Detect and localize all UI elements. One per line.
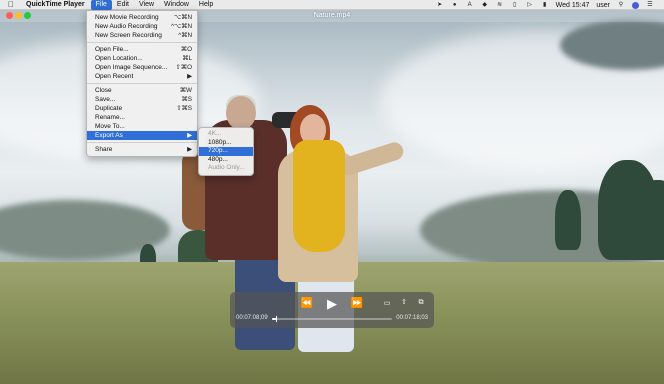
menu-item-duplicate[interactable]: Duplicate ⇧⌘S xyxy=(87,104,197,113)
remaining-time: 00:07:18;03 xyxy=(396,315,428,321)
clock[interactable]: Wed 15:47 xyxy=(556,2,590,9)
menu-file[interactable]: File xyxy=(90,0,112,10)
export-4k: 4K... xyxy=(208,130,222,137)
chevron-right-icon: ▶ xyxy=(187,132,192,139)
menu-item-new-audio-recording[interactable]: New Audio Recording ^⌥⌘N xyxy=(87,22,197,31)
menu-item-new-screen-recording[interactable]: New Screen Recording ^⌘N xyxy=(87,31,197,40)
app-menu[interactable]: QuickTime Player xyxy=(22,1,91,8)
playback-controls: ⏪ ▶ ⏩ ▭ ⇧ ⧉ 00:07:08;09 00:07:18;03 xyxy=(230,292,434,328)
menu-window[interactable]: Window xyxy=(159,0,194,10)
chevron-right-icon: ▶ xyxy=(187,146,192,153)
status-area: ➤ ● A ◆ ≋ ▯ ▷ ▮ Wed 15:47 user ⚲ ☰ xyxy=(436,0,664,10)
menu-item-open-file[interactable]: Open File... ⌘O xyxy=(87,45,197,54)
menu-item-new-movie-recording[interactable]: New Movie Recording ⌥⌘N xyxy=(87,13,197,22)
menu-item-save[interactable]: Save... ⌘S xyxy=(87,95,197,104)
fast-forward-icon[interactable]: ⏩ xyxy=(350,298,364,309)
user-name[interactable]: user xyxy=(596,2,610,9)
siri-icon[interactable] xyxy=(632,1,639,9)
picture-in-picture-icon[interactable]: ⧉ xyxy=(416,299,426,307)
export-1080p[interactable]: 1080p... xyxy=(199,139,253,148)
menu-item-move-to[interactable]: Move To... xyxy=(87,122,197,131)
wifi-icon[interactable]: ≋ xyxy=(496,2,504,9)
rewind-icon[interactable]: ⏪ xyxy=(300,298,314,309)
menu-item-export-as[interactable]: Export As ▶ xyxy=(87,131,197,140)
menu-item-open-recent[interactable]: Open Recent ▶ xyxy=(87,72,197,81)
play-icon[interactable]: ▶ xyxy=(325,296,339,312)
airplay-icon[interactable]: ▭ xyxy=(382,299,392,307)
share-icon[interactable]: ⇧ xyxy=(399,298,409,306)
menu-separator xyxy=(87,42,197,43)
scrubber-bar[interactable] xyxy=(272,316,392,322)
menu-item-share[interactable]: Share ▶ xyxy=(87,145,197,154)
font-icon[interactable]: A xyxy=(466,2,474,9)
skype-icon[interactable]: ● xyxy=(451,2,459,9)
telegram-icon[interactable]: ➤ xyxy=(436,2,444,9)
export-720p[interactable]: 720p... xyxy=(199,147,253,156)
export-audio-only: Audio Only... xyxy=(208,164,245,171)
menu-item-open-image-sequence[interactable]: Open Image Sequence... ⇧⌘O xyxy=(87,63,197,72)
menu-help[interactable]: Help xyxy=(194,0,218,10)
apple-menu-icon[interactable]:  xyxy=(0,0,22,9)
menu-item-rename[interactable]: Rename... xyxy=(87,113,197,122)
dropbox-icon[interactable]: ◆ xyxy=(481,2,489,9)
menu-separator xyxy=(87,83,197,84)
menu-view[interactable]: View xyxy=(134,0,159,10)
airplay-icon[interactable]: ▯ xyxy=(511,2,519,9)
current-time: 00:07:08;09 xyxy=(236,315,268,321)
file-menu-dropdown: New Movie Recording ⌥⌘N New Audio Recordi… xyxy=(86,10,198,157)
search-icon[interactable]: ⚲ xyxy=(617,2,625,9)
menu-item-open-location[interactable]: Open Location... ⌘L xyxy=(87,54,197,63)
chevron-right-icon: ▶ xyxy=(187,73,192,80)
battery-icon[interactable]: ▮ xyxy=(541,2,549,9)
menu-separator xyxy=(87,142,197,143)
export-480p[interactable]: 480p... xyxy=(199,156,253,165)
menu-list-icon[interactable]: ☰ xyxy=(646,2,654,9)
export-as-submenu: 4K... 1080p... 720p... 480p... Audio Onl… xyxy=(198,127,254,176)
menu-edit[interactable]: Edit xyxy=(112,0,134,10)
menu-bar:  QuickTime Player File Edit View Window… xyxy=(0,0,664,10)
scrubber-handle[interactable] xyxy=(275,316,278,322)
volume-icon[interactable]: ▷ xyxy=(526,2,534,9)
menu-item-close[interactable]: Close ⌘W xyxy=(87,86,197,95)
